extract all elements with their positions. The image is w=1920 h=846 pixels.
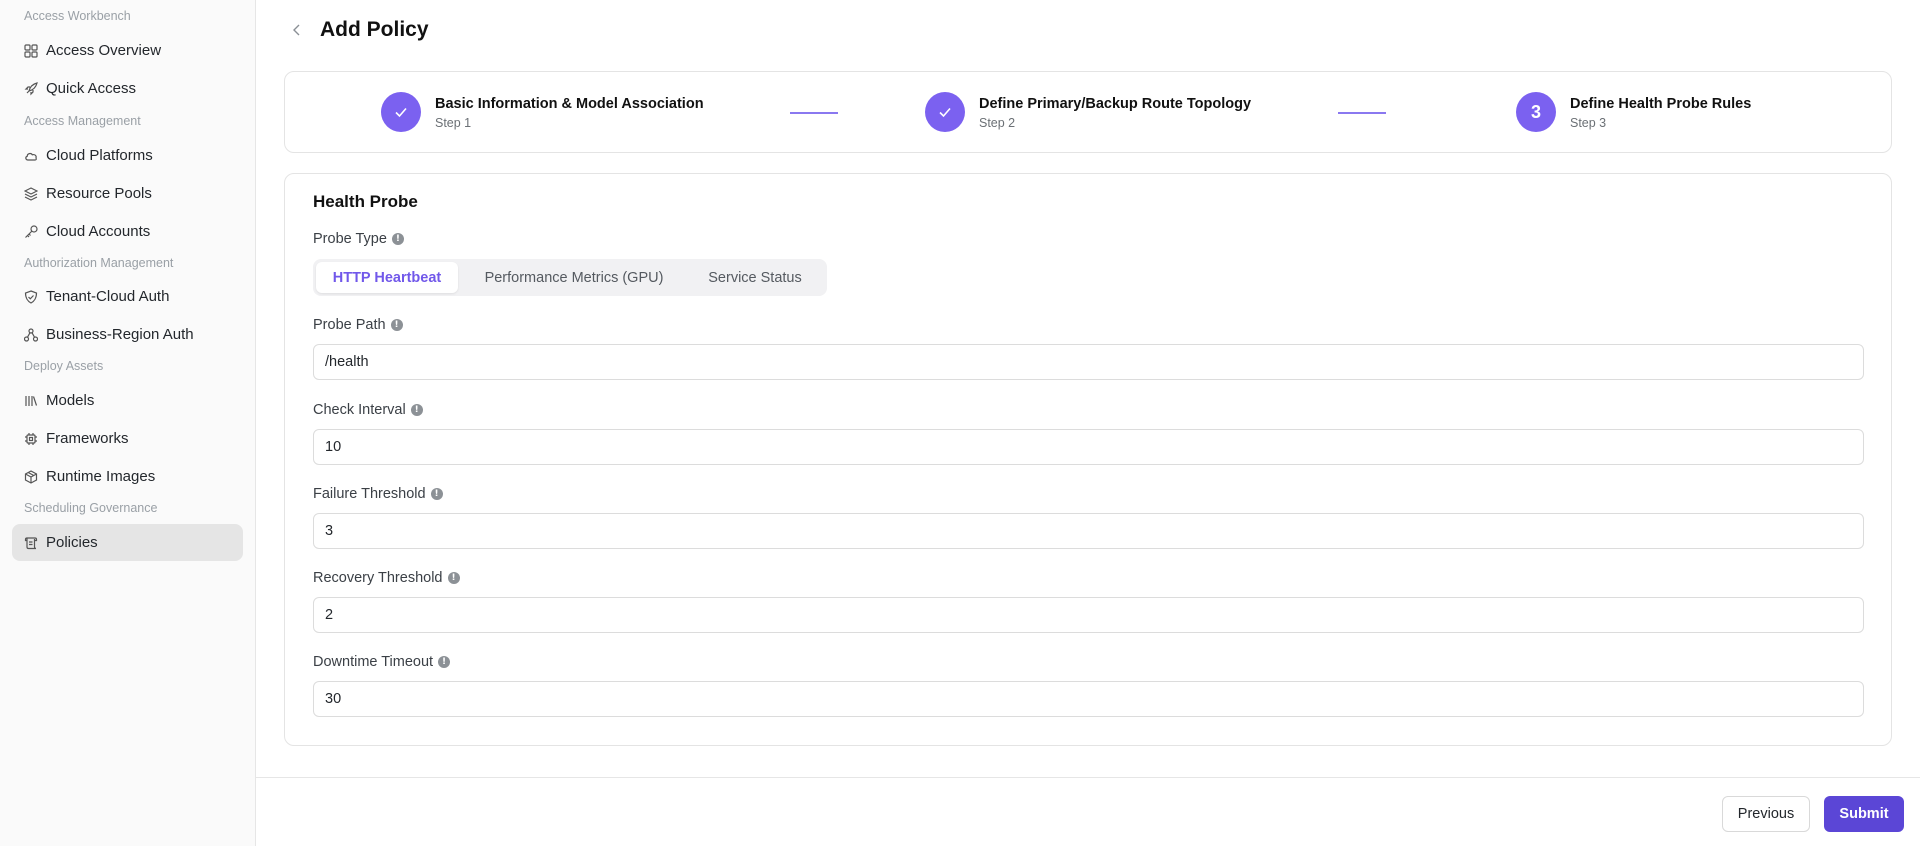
failure-threshold-label: Failure Threshold! (313, 486, 443, 502)
layers-icon (24, 186, 38, 201)
scroll-icon (24, 536, 38, 550)
label-text: Probe Type (313, 231, 387, 247)
sidebar-item-frameworks[interactable]: Frameworks (12, 420, 243, 457)
package-icon (24, 469, 38, 484)
sidebar-item-label: Resource Pools (46, 185, 152, 202)
probe-path-input[interactable] (313, 344, 1864, 380)
recovery-threshold-input[interactable] (313, 597, 1864, 633)
check-interval-input[interactable] (313, 429, 1864, 465)
section-title: Health Probe (313, 192, 418, 211)
section-label-deploy-assets: Deploy Assets (24, 359, 104, 373)
probe-type-segmented-control: HTTP Heartbeat Performance Metrics (GPU)… (313, 259, 827, 296)
sidebar: Access Workbench Access Overview Quick A… (0, 0, 256, 846)
info-icon[interactable]: ! (390, 319, 403, 331)
info-icon[interactable]: ! (391, 233, 404, 245)
sidebar-item-business-region-auth[interactable]: Business-Region Auth (12, 316, 243, 353)
step-complete-circle (925, 92, 965, 132)
sidebar-item-label: Quick Access (46, 80, 137, 97)
main-content: Add Policy Basic Information & Model Ass… (256, 0, 1920, 846)
step-2: Define Primary/Backup Route Topology Ste… (925, 92, 1251, 132)
footer-bar: Previous Submit (256, 777, 1920, 846)
sidebar-item-label: Tenant-Cloud Auth (46, 288, 170, 305)
sidebar-item-label: Cloud Accounts (46, 223, 151, 240)
option-http-heartbeat[interactable]: HTTP Heartbeat (316, 262, 458, 293)
failure-threshold-input[interactable] (313, 513, 1864, 549)
downtime-timeout-label: Downtime Timeout! (313, 654, 451, 670)
rocket-icon (24, 81, 38, 96)
section-label-authorization-management: Authorization Management (24, 256, 174, 270)
network-icon (24, 327, 38, 342)
sidebar-item-cloud-accounts[interactable]: Cloud Accounts (12, 213, 243, 250)
back-button[interactable] (288, 21, 306, 39)
label-text: Probe Path (313, 317, 386, 333)
sidebar-item-models[interactable]: Models (12, 382, 243, 419)
check-icon (939, 107, 951, 118)
info-icon[interactable]: ! (430, 488, 443, 500)
sidebar-item-cloud-platforms[interactable]: Cloud Platforms (12, 137, 243, 174)
sidebar-item-label: Cloud Platforms (46, 147, 153, 164)
step-connector (790, 112, 838, 114)
sidebar-item-runtime-images[interactable]: Runtime Images (12, 458, 243, 495)
check-interval-label: Check Interval! (313, 402, 423, 418)
page-title: Add Policy (320, 18, 429, 41)
grid-icon (24, 43, 38, 58)
step-3: 3 Define Health Probe Rules Step 3 (1516, 92, 1751, 132)
label-text: Recovery Threshold (313, 570, 443, 586)
cloud-icon (24, 149, 38, 163)
previous-button[interactable]: Previous (1722, 796, 1810, 832)
sidebar-item-tenant-cloud-auth[interactable]: Tenant-Cloud Auth (12, 278, 243, 315)
check-icon (395, 107, 407, 118)
section-label-access-management: Access Management (24, 114, 141, 128)
submit-button[interactable]: Submit (1824, 796, 1904, 832)
option-performance-metrics-gpu[interactable]: Performance Metrics (GPU) (458, 262, 690, 293)
step-connector (1338, 112, 1386, 114)
label-text: Check Interval (313, 402, 406, 418)
probe-type-label: Probe Type! (313, 231, 404, 247)
sidebar-item-label: Frameworks (46, 430, 129, 447)
step-subtitle: Step 2 (979, 115, 1016, 130)
sidebar-item-label: Models (46, 392, 95, 409)
key-icon (24, 224, 38, 239)
info-icon[interactable]: ! (447, 572, 460, 584)
health-probe-form: Health Probe Probe Type! HTTP Heartbeat … (284, 173, 1892, 746)
sidebar-item-access-overview[interactable]: Access Overview (12, 32, 243, 69)
label-text: Failure Threshold (313, 486, 426, 502)
cpu-icon (24, 432, 38, 446)
step-subtitle: Step 3 (1570, 115, 1607, 130)
section-label-scheduling-governance: Scheduling Governance (24, 501, 158, 515)
sidebar-item-quick-access[interactable]: Quick Access (12, 70, 243, 107)
library-icon (24, 394, 38, 408)
sidebar-item-policies[interactable]: Policies (12, 524, 243, 561)
sidebar-item-label: Policies (46, 534, 98, 551)
sidebar-item-resource-pools[interactable]: Resource Pools (12, 175, 243, 212)
sidebar-item-label: Runtime Images (46, 468, 156, 485)
step-complete-circle (381, 92, 421, 132)
probe-path-label: Probe Path! (313, 317, 403, 333)
steps-indicator: Basic Information & Model Association St… (284, 71, 1892, 153)
step-title: Basic Information & Model Association (435, 95, 704, 112)
recovery-threshold-label: Recovery Threshold! (313, 570, 460, 586)
option-service-status[interactable]: Service Status (690, 262, 820, 293)
info-icon[interactable]: ! (410, 404, 423, 416)
chevron-left-icon (293, 24, 300, 36)
downtime-timeout-input[interactable] (313, 681, 1864, 717)
step-title: Define Health Probe Rules (1570, 95, 1752, 112)
shield-check-icon (24, 289, 38, 304)
step-1: Basic Information & Model Association St… (381, 92, 704, 132)
section-label-access-workbench: Access Workbench (24, 9, 131, 23)
step-subtitle: Step 1 (435, 115, 472, 130)
step-title: Define Primary/Backup Route Topology (979, 95, 1252, 112)
sidebar-item-label: Access Overview (46, 42, 162, 59)
sidebar-item-label: Business-Region Auth (46, 326, 194, 343)
label-text: Downtime Timeout (313, 654, 434, 670)
step-number-circle: 3 (1516, 92, 1556, 132)
info-icon[interactable]: ! (438, 656, 451, 668)
